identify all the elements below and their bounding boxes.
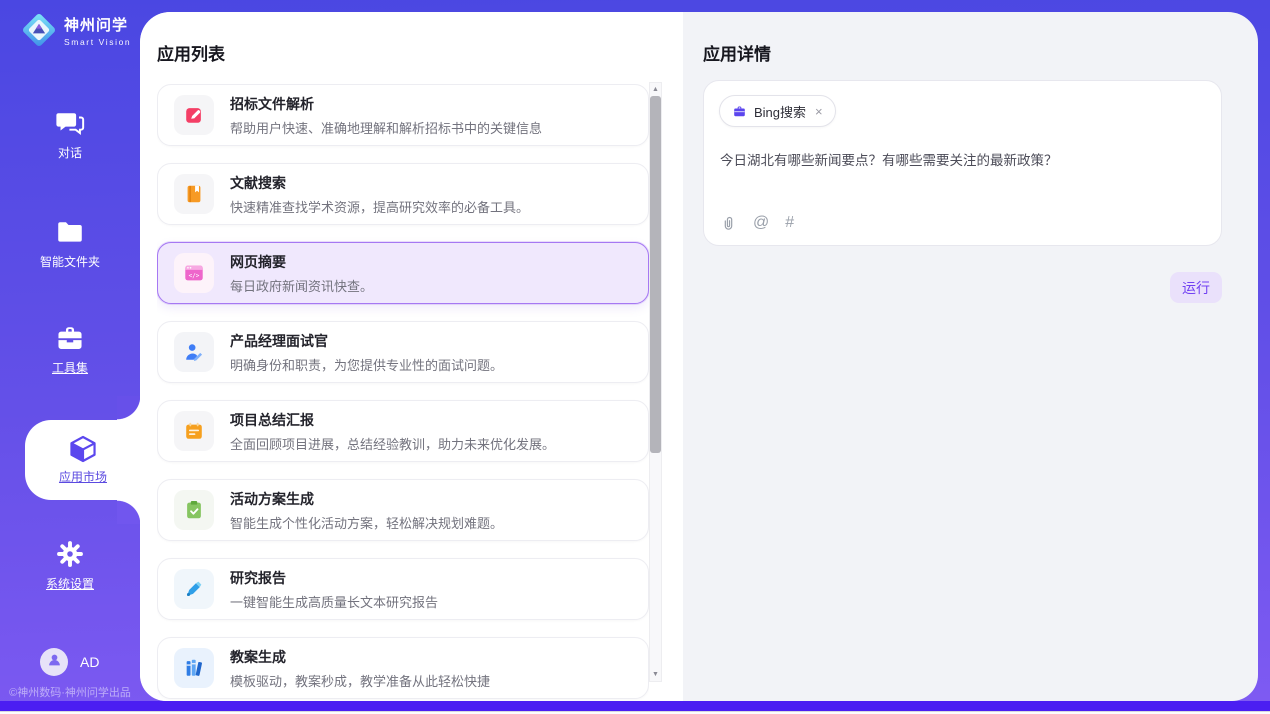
sidebar: 神州问学 Smart Vision 对话 智能文件夹 工具集 应用市场 系统设置… xyxy=(0,0,140,701)
app-title: 产品经理面试官 xyxy=(230,331,503,351)
hash-icon[interactable]: # xyxy=(785,214,794,232)
app-card[interactable]: 文献搜索 快速精准查找学术资源，提高研究效率的必备工具。 xyxy=(157,163,649,225)
diamond-logo-icon xyxy=(20,11,58,49)
app-list: 招标文件解析 帮助用户快速、准确地理解和解析招标书中的关键信息 文献搜索 快速精… xyxy=(157,84,649,701)
book-icon xyxy=(174,174,214,214)
sidebar-item-label: 对话 xyxy=(58,144,82,161)
tool-tag-label: Bing搜索 xyxy=(754,102,806,121)
app-title: 教案生成 xyxy=(230,647,490,667)
app-title: 招标文件解析 xyxy=(230,94,542,114)
paperclip-icon[interactable] xyxy=(720,215,737,232)
active-corner-top xyxy=(117,396,141,420)
sidebar-item-smart-folder[interactable]: 智能文件夹 xyxy=(0,217,140,270)
edit-square-icon xyxy=(174,95,214,135)
bottom-accent-bar xyxy=(0,701,1270,711)
user-row[interactable]: AD xyxy=(40,648,99,676)
sidebar-item-system-settings[interactable]: 系统设置 xyxy=(0,539,140,592)
app-card[interactable]: 项目总结汇报 全面回顾项目进展，总结经验教训，助力未来优化发展。 xyxy=(157,400,649,462)
app-list-panel: 应用列表 招标文件解析 帮助用户快速、准确地理解和解析招标书中的关键信息 文献搜… xyxy=(140,12,683,701)
app-card[interactable]: 活动方案生成 智能生成个性化活动方案，轻松解决规划难题。 xyxy=(157,479,649,541)
app-desc: 全面回顾项目进展，总结经验教训，助力未来优化发展。 xyxy=(230,434,555,453)
svg-text:</>: </> xyxy=(189,272,200,279)
sidebar-item-label: 应用市场 xyxy=(59,468,107,485)
calendar-icon xyxy=(174,411,214,451)
sidebar-item-toolset[interactable]: 工具集 xyxy=(0,323,140,376)
active-corner-bottom xyxy=(117,500,141,524)
toolbox-icon xyxy=(55,323,85,353)
web-code-icon: </> xyxy=(174,253,214,293)
prompt-input-card[interactable]: Bing搜索 × 今日湖北有哪些新闻要点？有哪些需要关注的最新政策？ @ # xyxy=(703,80,1222,246)
app-desc: 智能生成个性化活动方案，轻松解决规划难题。 xyxy=(230,513,503,532)
app-title: 网页摘要 xyxy=(230,252,373,272)
app-title: 项目总结汇报 xyxy=(230,410,555,430)
avatar[interactable] xyxy=(40,648,68,676)
interviewer-icon xyxy=(174,332,214,372)
scroll-up-icon[interactable]: ▲ xyxy=(650,86,661,93)
app-desc: 快速精准查找学术资源，提高研究效率的必备工具。 xyxy=(230,197,529,216)
app-desc: 明确身份和职责，为您提供专业性的面试问题。 xyxy=(230,355,503,374)
run-button[interactable]: 运行 xyxy=(1170,272,1222,303)
briefcase-icon xyxy=(732,104,747,119)
app-desc: 一键智能生成高质量长文本研究报告 xyxy=(230,592,438,611)
user-name: AD xyxy=(80,654,99,670)
scrollbar[interactable]: ▲ ▼ xyxy=(649,82,662,682)
tool-tag-bing[interactable]: Bing搜索 × xyxy=(719,95,836,127)
app-title: 活动方案生成 xyxy=(230,489,503,509)
attach-toolbar: @ # xyxy=(720,214,794,232)
books-icon xyxy=(174,648,214,688)
logo-subtitle: Smart Vision xyxy=(64,37,131,47)
close-icon[interactable]: × xyxy=(815,104,823,119)
sidebar-item-label: 系统设置 xyxy=(46,575,94,592)
folder-icon xyxy=(55,217,85,247)
gear-icon xyxy=(55,539,85,569)
app-detail-title: 应用详情 xyxy=(703,40,771,65)
scrollbar-thumb[interactable] xyxy=(650,96,661,453)
scroll-down-icon[interactable]: ▼ xyxy=(650,671,661,678)
sidebar-item-chat[interactable]: 对话 xyxy=(0,108,140,161)
app-desc: 每日政府新闻资讯快查。 xyxy=(230,276,373,295)
cube-icon xyxy=(68,434,98,464)
clipboard-check-icon xyxy=(174,490,214,530)
app-title: 文献搜索 xyxy=(230,173,529,193)
query-text[interactable]: 今日湖北有哪些新闻要点？有哪些需要关注的最新政策？ xyxy=(720,151,1205,171)
sidebar-item-label: 智能文件夹 xyxy=(40,253,100,270)
app-desc: 帮助用户快速、准确地理解和解析招标书中的关键信息 xyxy=(230,118,542,137)
app-title: 研究报告 xyxy=(230,568,438,588)
sidebar-item-label: 工具集 xyxy=(52,359,88,376)
copyright-text: ©神州数码·神州问学出品 xyxy=(0,684,140,700)
app-card[interactable]: 招标文件解析 帮助用户快速、准确地理解和解析招标书中的关键信息 xyxy=(157,84,649,146)
app-list-title: 应用列表 xyxy=(157,40,225,65)
app-detail-panel: 应用详情 Bing搜索 × 今日湖北有哪些新闻要点？有哪些需要关注的最新政策？ … xyxy=(683,12,1258,701)
user-avatar-icon xyxy=(46,651,63,673)
app-card[interactable]: 研究报告 一键智能生成高质量长文本研究报告 xyxy=(157,558,649,620)
logo-title: 神州问学 xyxy=(64,14,131,35)
ink-pen-icon xyxy=(174,569,214,609)
sidebar-item-app-market[interactable]: 应用市场 xyxy=(25,420,141,500)
app-card[interactable]: </> 网页摘要 每日政府新闻资讯快查。 xyxy=(157,242,649,304)
chat-icon xyxy=(55,108,85,138)
app-card[interactable]: 教案生成 模板驱动，教案秒成，教学准备从此轻松快捷 xyxy=(157,637,649,699)
content-area: 应用列表 招标文件解析 帮助用户快速、准确地理解和解析招标书中的关键信息 文献搜… xyxy=(140,12,1258,701)
app-logo: 神州问学 Smart Vision xyxy=(20,11,131,49)
at-icon[interactable]: @ xyxy=(753,214,769,232)
app-desc: 模板驱动，教案秒成，教学准备从此轻松快捷 xyxy=(230,671,490,690)
app-card[interactable]: 产品经理面试官 明确身份和职责，为您提供专业性的面试问题。 xyxy=(157,321,649,383)
